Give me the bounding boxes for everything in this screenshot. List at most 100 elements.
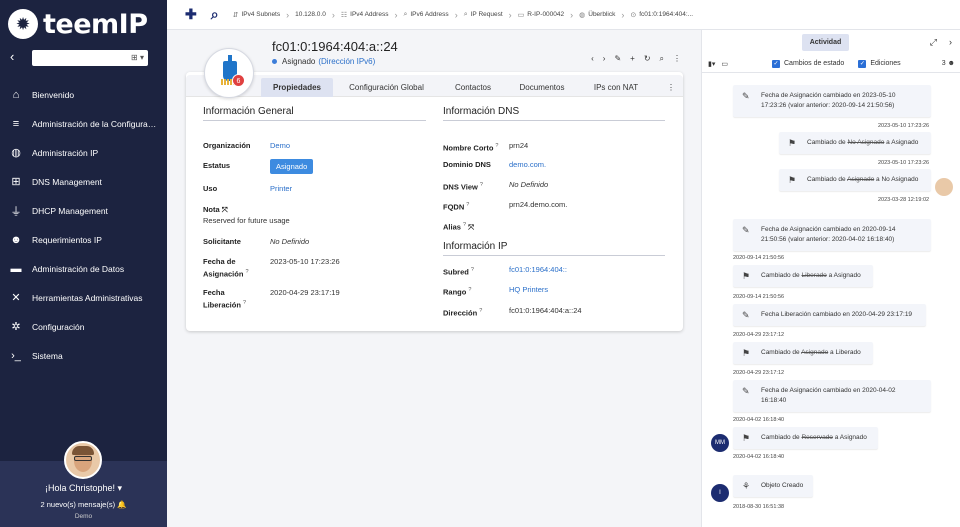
note-value: Reserved for future usage bbox=[203, 216, 290, 225]
sidebar-item-8[interactable]: ✲ Configuración bbox=[0, 312, 167, 341]
search-icon[interactable]: ⌕ bbox=[211, 6, 219, 23]
filter-edits[interactable]: ✓ Ediciones bbox=[858, 59, 901, 68]
tabs-more-icon[interactable]: ⋮ bbox=[664, 78, 678, 97]
breadcrumb-separator-icon: › bbox=[570, 9, 574, 20]
subnet-value[interactable]: fc01:0:1964:404:: bbox=[509, 265, 567, 275]
list-icon: ☷ bbox=[340, 11, 348, 19]
dns-domain-value[interactable]: demo.com. bbox=[509, 160, 546, 170]
edit-icon[interactable]: ✎ bbox=[614, 54, 621, 64]
pencil-icon: ✎ bbox=[742, 91, 750, 101]
sidebar-item-label: Administración de Datos bbox=[32, 263, 125, 274]
sidebar-item-3[interactable]: ⊞ DNS Management bbox=[0, 167, 167, 196]
plus-icon[interactable]: + bbox=[630, 54, 635, 64]
card-icon[interactable]: ▭ bbox=[721, 60, 728, 68]
sidebar-item-label: Administración de la Configura… bbox=[32, 118, 157, 129]
organization-filter[interactable]: ⊞ ▾ bbox=[32, 50, 148, 66]
breadcrumb-item[interactable]: ◍ Überblick bbox=[579, 11, 615, 19]
breadcrumb-item[interactable]: ⊙ fc01:0:1964:404:... bbox=[630, 11, 693, 19]
sidebar-item-6[interactable]: ▬ Administración de Datos bbox=[0, 254, 167, 283]
chevron-right-icon[interactable]: › bbox=[949, 37, 952, 48]
entry-line-2: 21:50:56 (valor anterior: 2020-04-02 16:… bbox=[761, 236, 895, 243]
tab-actividad[interactable]: Actividad bbox=[802, 34, 849, 51]
entry-line-1: Objeto Creado bbox=[761, 482, 804, 489]
entry-line-1: Fecha de Asignación cambiado en 2020-04-… bbox=[761, 387, 896, 394]
requester-value: No Definido bbox=[270, 237, 310, 246]
breadcrumb-item[interactable]: 10.128.0.0 bbox=[295, 11, 326, 18]
fqdn-label: FQDN? bbox=[443, 200, 469, 213]
breadcrumb-item[interactable]: ⌕ IP Request bbox=[464, 11, 503, 19]
breadcrumb-item[interactable]: ▭ R-IP-000042 bbox=[518, 11, 564, 19]
search-icon[interactable]: ⌕ bbox=[660, 54, 664, 64]
card-icon: ▭ bbox=[517, 11, 525, 19]
activity-timestamp: 2020-04-29 23:17:12 bbox=[733, 332, 785, 338]
app-root: ✹ teemIP ‹ ⊞ ▾ ⌂ Bienvenido ≡ Administració… bbox=[0, 0, 960, 527]
refresh-icon[interactable]: ↻ bbox=[644, 54, 651, 64]
change-suffix: a Asignado bbox=[826, 272, 861, 279]
sidebar-item-0[interactable]: ⌂ Bienvenido bbox=[0, 80, 167, 109]
org-value[interactable]: Demo bbox=[270, 141, 290, 151]
plus-icon[interactable]: ✚ bbox=[185, 6, 197, 23]
object-card: Propiedades Configuración Global Contact… bbox=[186, 72, 683, 331]
change-prefix: Cambiado de bbox=[807, 176, 848, 183]
database-icon: ≡ bbox=[12, 117, 20, 130]
collapse-sidebar-icon[interactable]: ‹ bbox=[10, 49, 14, 64]
prev-icon[interactable]: ‹ bbox=[591, 54, 594, 64]
filter-edits-label: Ediciones bbox=[870, 60, 901, 67]
signpost-icon: ⚑ bbox=[742, 348, 751, 358]
tab-configuracion-global[interactable]: Configuración Global bbox=[344, 78, 429, 97]
pencil-icon: ✎ bbox=[742, 310, 750, 320]
user-count[interactable]: 3 ☻ bbox=[942, 60, 955, 67]
filter-state-changes[interactable]: ✓ Cambios de estado bbox=[772, 59, 844, 68]
object-class-link[interactable]: (Dirección IPv6) bbox=[318, 57, 375, 66]
activity-entry: ⚑ Cambiado de No Asignado a Asignado bbox=[779, 132, 931, 154]
help-icon: ? bbox=[242, 300, 246, 306]
expand-icon[interactable]: ⤢ bbox=[930, 37, 937, 48]
sidebar-item-7[interactable]: ✕ Herramientas Administrativas bbox=[0, 283, 167, 312]
note-label: Nota ⤧ bbox=[203, 205, 228, 215]
breadcrumb-label: IP Request bbox=[470, 11, 503, 18]
tab-ips-con-nat[interactable]: IPs con NAT bbox=[586, 78, 646, 97]
entry-line-1: Fecha Liberación cambiado en 2020-04-29 … bbox=[761, 311, 913, 318]
search-icon: ⌕ bbox=[463, 10, 468, 18]
address-value: fc01:0:1964:404:a::24 bbox=[509, 306, 582, 315]
user-count-value: 3 bbox=[941, 60, 946, 67]
sidebar-item-9[interactable]: ›_ Sistema bbox=[0, 341, 167, 370]
sidebar-item-label: DHCP Management bbox=[32, 205, 108, 216]
sidebar-item-5[interactable]: ☻ Requerimientos IP bbox=[0, 225, 167, 254]
user-messages[interactable]: 2 nuevo(s) mensaje(s) 🔔 bbox=[0, 500, 167, 509]
sidebar-item-2[interactable]: ◍ Administración IP bbox=[0, 138, 167, 167]
gear-icon: ✲ bbox=[11, 321, 21, 333]
range-label-text: Rango bbox=[443, 287, 467, 297]
breadcrumb-item[interactable]: ⌕ IPv6 Address bbox=[403, 11, 448, 19]
dns-view-label: DNS View? bbox=[443, 180, 483, 193]
sidebar-item-1[interactable]: ≡ Administración de la Configura… bbox=[0, 109, 167, 138]
checkbox-checked-icon: ✓ bbox=[772, 59, 780, 68]
avatar[interactable] bbox=[64, 441, 102, 479]
avatar[interactable] bbox=[935, 178, 953, 196]
expand-icon[interactable]: ⤧ bbox=[468, 223, 474, 232]
breadcrumb-item[interactable]: ⇵ IPv4 Subnets bbox=[233, 11, 281, 19]
tab-contactos[interactable]: Contactos bbox=[443, 78, 503, 97]
sidebar-item-label: Sistema bbox=[32, 350, 63, 361]
range-value[interactable]: HQ Printers bbox=[509, 285, 548, 295]
use-value[interactable]: Printer bbox=[270, 184, 292, 194]
sidebar-item-4[interactable]: ⏚ DHCP Management bbox=[0, 196, 167, 225]
avatar[interactable]: MM bbox=[711, 434, 729, 452]
breadcrumb-item[interactable]: ☷ IPv4 Address bbox=[341, 11, 389, 19]
next-icon[interactable]: › bbox=[603, 54, 606, 64]
more-icon[interactable]: ⋮ bbox=[673, 54, 681, 64]
logo[interactable]: ✹ teemIP bbox=[8, 8, 148, 40]
avatar[interactable]: I bbox=[711, 484, 729, 502]
change-suffix: a No Asignado bbox=[874, 176, 919, 183]
ipv6-badge: 6 bbox=[232, 74, 245, 87]
tab-documentos[interactable]: Documentos bbox=[512, 78, 572, 97]
ip-object-icon: 6 bbox=[204, 48, 254, 98]
sidebar-item-label: Herramientas Administrativas bbox=[32, 292, 143, 303]
old-value: Asignado bbox=[847, 176, 875, 183]
book-icon[interactable]: ▮▾ bbox=[708, 60, 715, 68]
avatar-hair bbox=[72, 446, 94, 455]
short-name-value: prn24 bbox=[509, 141, 529, 150]
tab-propiedades[interactable]: Propiedades bbox=[261, 78, 333, 97]
user-greeting[interactable]: ¡Hola Christophe! ▾ bbox=[0, 483, 167, 494]
expand-icon[interactable]: ⤧ bbox=[222, 205, 228, 214]
